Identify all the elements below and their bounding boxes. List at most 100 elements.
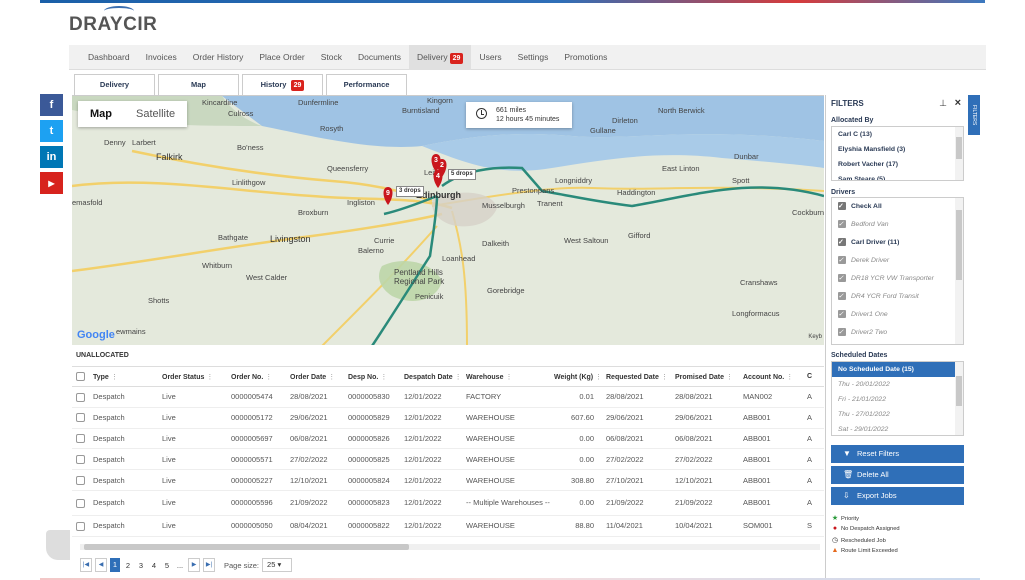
list-item[interactable]: Thu - 20/01/2022	[832, 377, 963, 392]
list-scrollbar[interactable]	[955, 198, 963, 344]
driver-checkbox-item[interactable]: DR18 YCR VW Transporter	[832, 270, 963, 288]
col-header[interactable]: Type ⋮	[89, 366, 158, 387]
row-checkbox[interactable]	[72, 515, 89, 537]
list-item[interactable]: Elyshia Mansfield (3)	[832, 142, 963, 157]
filters-side-tab[interactable]: FILTERS	[968, 95, 980, 135]
scheduled-dates-list[interactable]: No Scheduled Date (15) Thu - 20/01/2022 …	[831, 361, 964, 436]
col-header[interactable]: Promised Date ⋮	[671, 366, 739, 387]
nav-dashboard[interactable]: Dashboard	[80, 45, 138, 70]
nav-documents[interactable]: Documents	[350, 45, 409, 70]
driver-checkbox-item[interactable]: DR4 YCR Ford Transit	[832, 288, 963, 306]
col-header[interactable]: C	[803, 366, 824, 387]
map-view-button[interactable]: Map	[78, 101, 124, 127]
driver-checkbox-item[interactable]: Carl Driver (11)	[832, 234, 963, 252]
nav-settings[interactable]: Settings	[510, 45, 557, 70]
table-row[interactable]: Despatch Live 0000005474 28/08/2021 00000058…	[72, 386, 824, 408]
row-checkbox[interactable]	[72, 428, 89, 450]
checkbox-icon[interactable]	[838, 324, 846, 342]
list-item[interactable]: Thu - 27/01/2022	[832, 407, 963, 422]
allocated-by-list[interactable]: Carl C (13) Elyshia Mansfield (3) Robert…	[831, 126, 964, 181]
list-item[interactable]: Fri - 21/01/2022	[832, 392, 963, 407]
nav-stock[interactable]: Stock	[313, 45, 350, 70]
nav-invoices[interactable]: Invoices	[138, 45, 185, 70]
twitter-icon[interactable]: t	[40, 120, 63, 142]
nav-users[interactable]: Users	[471, 45, 509, 70]
last-page-button[interactable]: ▶|	[203, 558, 215, 572]
tab-history[interactable]: History 29	[242, 74, 323, 95]
table-row[interactable]: Despatch Live 0000005596 21/09/2022 00000058…	[72, 490, 824, 516]
table-row[interactable]: Despatch Live 0000005571 27/02/2022 00000058…	[72, 448, 824, 471]
table-row[interactable]: Despatch Live 0000005227 12/10/2021 00000058…	[72, 469, 824, 491]
export-jobs-button[interactable]: ⇩ Export Jobs	[831, 487, 964, 505]
tab-delivery[interactable]: Delivery	[74, 74, 155, 95]
drivers-list[interactable]: Check All Bedford Van Carl Driver (11) Dere…	[831, 197, 964, 345]
brand-logo[interactable]: DRAYCIR	[69, 14, 157, 36]
checkbox-icon[interactable]	[838, 252, 846, 270]
row-checkbox[interactable]	[72, 469, 89, 491]
satellite-view-button[interactable]: Satellite	[124, 101, 187, 127]
close-icon[interactable]: ×	[955, 97, 961, 109]
table-row[interactable]: Despatch Live 0000005172 29/06/2021 00000058…	[72, 407, 824, 429]
col-header[interactable]: Despatch Date ⋮	[400, 366, 462, 387]
col-header[interactable]: Order Date ⋮	[286, 366, 344, 387]
driver-checkbox-item[interactable]: Driver1 One	[832, 306, 963, 324]
table-row[interactable]: Despatch Live 0000005050 08/04/2021 00000058…	[72, 515, 824, 537]
page-ellipsis[interactable]: ...	[175, 561, 185, 570]
table-row[interactable]: Despatch Live 0000005697 06/08/2021 00000058…	[72, 428, 824, 450]
delete-all-button[interactable]: 🗑 Delete All	[831, 466, 964, 484]
page-number[interactable]: 5	[162, 561, 172, 570]
driver-checkbox-item[interactable]: Check All	[832, 198, 963, 216]
page-number[interactable]: 3	[136, 561, 146, 570]
checkbox-icon[interactable]	[838, 216, 846, 234]
next-page-button[interactable]: ▶	[188, 558, 200, 572]
prev-page-button[interactable]: ◀	[95, 558, 107, 572]
row-checkbox[interactable]	[72, 490, 89, 516]
row-checkbox[interactable]	[72, 448, 89, 471]
list-item[interactable]: Robert Vacher (17)	[832, 157, 963, 172]
select-all-checkbox[interactable]	[72, 366, 89, 387]
nav-place-order[interactable]: Place Order	[251, 45, 312, 70]
checkbox-icon[interactable]	[838, 198, 846, 216]
col-header[interactable]: Weight (Kg) ⋮	[550, 366, 602, 387]
keyboard-shortcuts-link[interactable]: Keyb	[808, 334, 822, 340]
nav-promotions[interactable]: Promotions	[556, 45, 615, 70]
col-header[interactable]: Desp No. ⋮	[344, 366, 400, 387]
nav-order-history[interactable]: Order History	[185, 45, 252, 70]
col-header[interactable]: Account No. ⋮	[739, 366, 803, 387]
checkbox-icon[interactable]	[838, 288, 846, 306]
pin-icon[interactable]: ⊥	[939, 98, 947, 109]
list-item[interactable]: Sat - 29/01/2022	[832, 422, 963, 435]
list-item[interactable]: Carl C (13)	[832, 127, 963, 142]
linkedin-icon[interactable]: in	[40, 146, 63, 168]
tab-performance[interactable]: Performance	[326, 74, 407, 95]
page-size-select[interactable]: 25 ▾	[262, 558, 293, 572]
row-checkbox[interactable]	[72, 386, 89, 408]
col-header[interactable]: Order Status ⋮	[158, 366, 227, 387]
page-number[interactable]: 4	[149, 561, 159, 570]
checkbox-icon[interactable]	[838, 306, 846, 324]
col-header[interactable]: Order No. ⋮	[227, 366, 286, 387]
list-item[interactable]: Sam Steare (5)	[832, 172, 963, 180]
table-horizontal-scrollbar[interactable]	[80, 544, 820, 550]
col-header[interactable]: Warehouse ⋮	[462, 366, 550, 387]
page-number[interactable]: 2	[123, 561, 133, 570]
scrollbar-thumb[interactable]	[84, 544, 409, 550]
driver-checkbox-item[interactable]: Derek Driver	[832, 252, 963, 270]
list-scrollbar[interactable]	[955, 362, 963, 435]
driver-checkbox-item[interactable]: Driver2 Two	[832, 324, 963, 342]
row-checkbox[interactable]	[72, 407, 89, 429]
col-header[interactable]: Requested Date ⋮	[602, 366, 671, 387]
first-page-button[interactable]: |◀	[80, 558, 92, 572]
youtube-icon[interactable]: ▶	[40, 172, 63, 194]
driver-checkbox-item[interactable]: Bedford Van	[832, 216, 963, 234]
delivery-map[interactable]: Map Satellite 661 miles 12 hours 45 minu…	[72, 95, 824, 345]
list-scrollbar[interactable]	[955, 127, 963, 180]
checkbox-icon[interactable]	[838, 234, 846, 252]
page-number[interactable]: 1	[110, 558, 120, 572]
facebook-icon[interactable]: f	[40, 94, 63, 116]
nav-delivery[interactable]: Delivery 29	[408, 44, 472, 70]
checkbox-icon[interactable]	[838, 270, 846, 288]
list-item[interactable]: No Scheduled Date (15)	[832, 362, 963, 377]
tab-map[interactable]: Map	[158, 74, 239, 95]
reset-filters-button[interactable]: ▼ Reset Filters	[831, 445, 964, 463]
